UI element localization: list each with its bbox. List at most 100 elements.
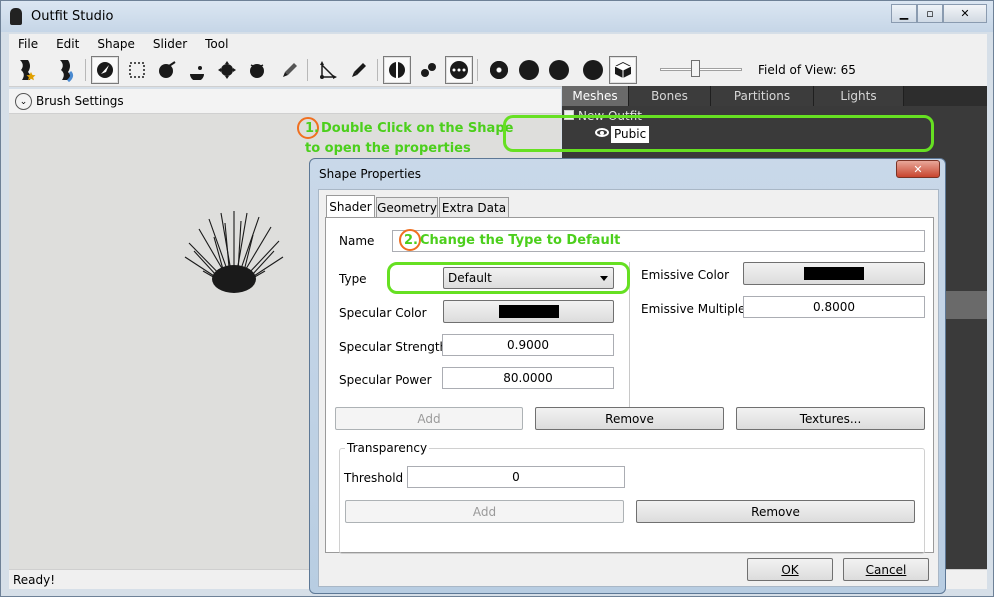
spiky-circle-icon [250,64,264,78]
dotted-square-icon [129,62,145,78]
cube-icon [614,62,632,78]
tab-meshes[interactable]: Meshes [562,86,629,106]
tab-extra-data[interactable]: Extra Data [439,197,509,217]
threshold-label: Threshold [344,471,404,485]
annotation-step1-line1: Double Click on the Shape [321,121,514,136]
menu-bar: File Edit Shape Slider Tool [9,34,987,53]
menu-file[interactable]: File [9,37,47,51]
connected-only-button[interactable] [415,56,443,84]
emissive-multiple-label: Emissive Multiple [641,302,746,316]
brush-size-medium-button[interactable] [515,56,543,84]
maximize-icon: ▫ [926,7,934,20]
type-label: Type [339,272,367,286]
annotation-step2-box [387,262,630,294]
annotation-step1-box [503,115,934,152]
move-arrows-icon [218,61,236,79]
transform-tool-button[interactable] [213,56,241,84]
paint-brush-icon [283,63,297,77]
transparency-add-button[interactable]: Add [345,500,624,523]
emissive-multiple-field[interactable]: 0.8000 [743,296,925,318]
shape-properties-dialog: Shape Properties ✕ Shader Geometry Extra… [309,158,946,594]
brush-settings-label: Brush Settings [36,94,124,108]
axis-pivot-icon [320,61,337,79]
brush-settings-bar[interactable]: ⌄ Brush Settings [9,89,561,114]
specular-power-label: Specular Power [339,373,432,387]
three-dots-icon [450,61,468,79]
brush-size-small-button[interactable] [485,56,513,84]
undiff-brush-button[interactable] [243,56,271,84]
status-text: Ready! [13,573,56,587]
medium-dot-icon [519,60,539,80]
xlarge-dot-icon [583,60,603,80]
right-panel-tabs: Meshes Bones Partitions Lights [562,86,904,106]
menu-tool[interactable]: Tool [196,37,237,51]
tab-partitions[interactable]: Partitions [711,86,814,106]
move-brush-button[interactable] [153,56,181,84]
tab-shader[interactable]: Shader [326,195,375,218]
vertex-edit-button[interactable] [345,56,373,84]
x-mirror-button[interactable] [383,56,411,84]
toolbar: Field of View: 65 [9,53,987,87]
smooth-brush-icon [190,66,204,80]
maximize-button[interactable]: ▫ [917,4,943,23]
menu-shape[interactable]: Shape [88,37,144,51]
emissive-color-button[interactable] [743,262,925,285]
add-texture-button[interactable]: Add [335,407,523,430]
dialog-title: Shape Properties [319,167,422,181]
textures-button[interactable]: Textures... [736,407,925,430]
transparency-remove-button[interactable]: Remove [636,500,915,523]
remove-texture-button[interactable]: Remove [535,407,724,430]
pencil-icon [352,63,366,77]
name-label: Name [339,234,375,248]
select-tool-button[interactable] [91,56,119,84]
close-icon: ✕ [960,7,970,20]
transparency-label: Transparency [345,441,430,455]
move-brush-icon [159,61,176,78]
close-button[interactable]: ✕ [943,4,987,23]
specular-strength-label: Specular Strength [339,340,448,354]
dialog-close-button[interactable]: ✕ [896,160,940,178]
tab-bones[interactable]: Bones [629,86,711,106]
mask-tool-button[interactable] [123,56,151,84]
emissive-color-swatch [804,267,864,280]
fov-label: Field of View: 65 [758,63,856,77]
tab-lights[interactable]: Lights [814,86,904,106]
global-brush-button[interactable] [445,56,473,84]
minimize-button[interactable]: ▁ [891,4,917,23]
pivot-tool-button[interactable] [313,56,341,84]
minimize-icon: ▁ [899,7,909,20]
fov-slider-thumb[interactable] [691,60,701,77]
deflate-brush-button[interactable] [53,56,81,84]
menu-slider[interactable]: Slider [144,37,196,51]
inflate-brush-button[interactable] [13,56,41,84]
brush-size-large-button[interactable] [545,56,573,84]
mesh-render [184,211,284,293]
app-icon [10,8,22,25]
tab-bar-fill [904,86,987,106]
select-arrow-icon [97,62,113,78]
large-dot-icon [549,60,569,80]
mirror-icon [389,62,405,78]
weight-brush-button[interactable] [275,56,303,84]
annotation-step1-line2: to open the properties [305,141,471,156]
annotation-step2-text: Change the Type to Default [420,233,621,248]
specular-color-button[interactable] [443,300,614,323]
view-cube-button[interactable] [609,56,637,84]
ok-button[interactable]: OK [747,558,833,581]
smooth-brush-button[interactable] [183,56,211,84]
linked-dots-icon [421,63,436,77]
specular-color-swatch [498,305,559,318]
chevron-down-icon[interactable]: ⌄ [15,93,32,110]
threshold-field[interactable]: 0 [407,466,625,488]
emissive-color-label: Emissive Color [641,268,730,282]
small-dot-icon [490,61,508,79]
brush-size-xlarge-button[interactable] [579,56,607,84]
cancel-button[interactable]: Cancel [843,558,929,581]
fov-slider-track[interactable] [660,68,742,71]
tab-geometry[interactable]: Geometry [376,197,438,217]
specular-power-field[interactable]: 80.0000 [442,367,614,389]
specular-strength-field[interactable]: 0.9000 [442,334,614,356]
title-bar: Outfit Studio ▁ ▫ ✕ [1,1,993,32]
menu-edit[interactable]: Edit [47,37,88,51]
annotation-step2-number: 2. [404,233,418,248]
